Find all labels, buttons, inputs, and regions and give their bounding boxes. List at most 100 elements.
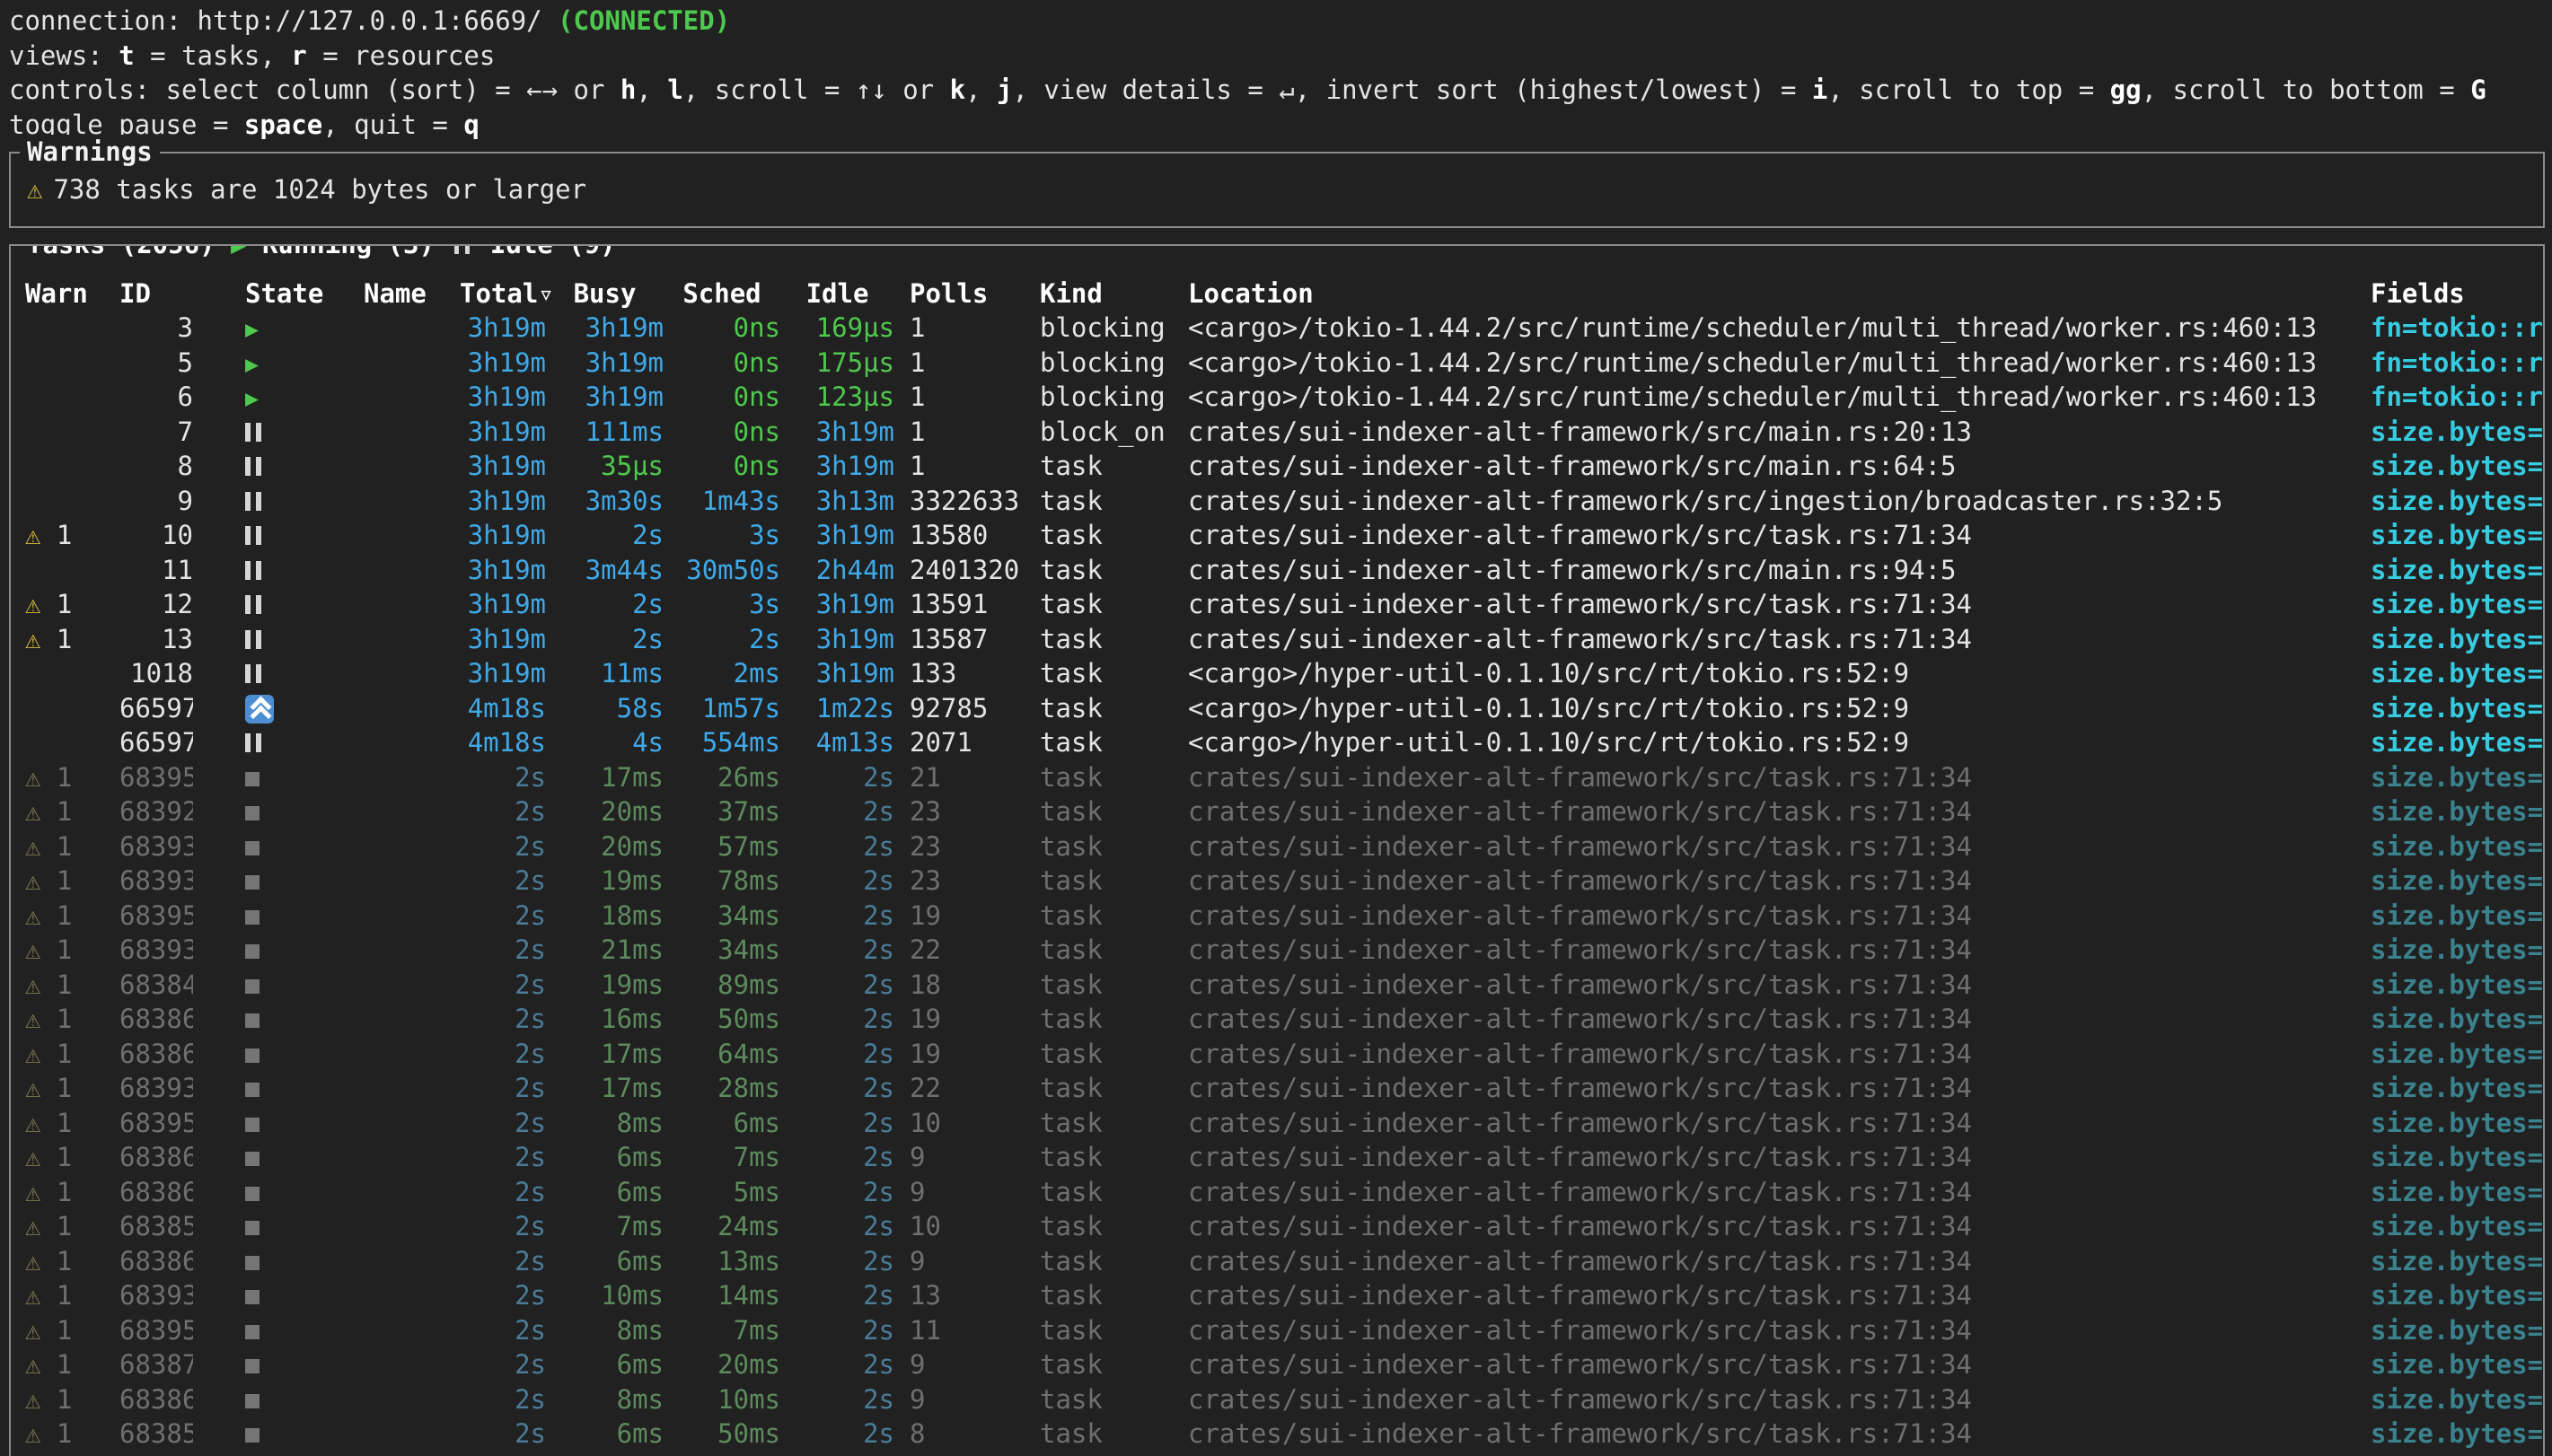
task-location: <cargo>/tokio-1.44.2/src/runtime/schedul… [1173, 311, 2355, 346]
task-row[interactable]: ⚠ 168386742s8ms10ms2s9taskcrates/sui-ind… [25, 1382, 2543, 1417]
task-kind: task [1025, 656, 1173, 691]
duration-value: 2s [515, 934, 546, 965]
task-fields-text: size.bytes= [2371, 1108, 2543, 1138]
column-header-name[interactable]: Name [364, 276, 460, 311]
task-row[interactable]: 73h19m111ms0ns3h19m1block_oncrates/sui-i… [25, 415, 2543, 450]
task-total: 3h19m [460, 518, 546, 553]
task-id: 11 [119, 553, 193, 588]
column-header-total[interactable]: Total▿ [460, 276, 546, 311]
duration-value: 7ms [734, 1315, 780, 1346]
task-row[interactable]: ⚠ 168393012s21ms34ms2s22taskcrates/sui-i… [25, 933, 2543, 968]
task-fields: size.bytes= [2355, 794, 2543, 829]
task-row[interactable]: ⚠ 168393332s20ms57ms2s23taskcrates/sui-i… [25, 829, 2543, 864]
task-row[interactable]: ⚠ 168395092s8ms7ms2s11taskcrates/sui-ind… [25, 1313, 2543, 1348]
warnings-panel-title: Warnings [20, 135, 160, 170]
warning-icon: ⚠ [25, 1418, 40, 1449]
task-state [193, 587, 364, 622]
duration-value: 89ms [717, 969, 780, 1000]
task-row[interactable]: 66597524m18s58s1m57s1m22s92785task<cargo… [25, 691, 2543, 726]
task-row[interactable]: ⚠ 168387142s6ms20ms2s9taskcrates/sui-ind… [25, 1347, 2543, 1382]
task-row[interactable]: 10183h19m11ms2ms3h19m133task<cargo>/hype… [25, 656, 2543, 691]
task-sched: 2ms [664, 656, 780, 691]
task-row[interactable]: ⚠ 1123h19m2s3s3h19m13591taskcrates/sui-i… [25, 587, 2543, 622]
task-warn [25, 449, 119, 484]
task-idle: 2s [780, 1071, 894, 1106]
column-header-sched[interactable]: Sched [664, 276, 780, 311]
task-row[interactable]: ⚠ 168386262s6ms5ms2s9taskcrates/sui-inde… [25, 1175, 2543, 1210]
task-kind: task [1025, 518, 1173, 553]
column-header-polls[interactable]: Polls [894, 276, 1025, 311]
task-row[interactable]: ⚠ 168385022s6ms50ms2s8taskcrates/sui-ind… [25, 1417, 2543, 1452]
task-state [193, 656, 364, 691]
duration-value: 3h19m [816, 451, 894, 481]
duration-value: 2s [863, 1073, 894, 1103]
text-segment: i [1812, 75, 1827, 105]
task-id: 6839526 [119, 760, 193, 795]
task-idle: 123µs [780, 380, 894, 415]
duration-value: 2s [863, 796, 894, 827]
task-kind: task [1025, 1071, 1173, 1106]
task-row[interactable]: ⚠ 168395082s18ms34ms2s19taskcrates/sui-i… [25, 899, 2543, 934]
task-busy: 8ms [546, 1106, 664, 1141]
task-row[interactable]: ⚠ 168395212s8ms6ms2s10taskcrates/sui-ind… [25, 1106, 2543, 1141]
task-row[interactable]: ⚠ 168386642s6ms13ms2s9taskcrates/sui-ind… [25, 1244, 2543, 1279]
task-state [193, 449, 364, 484]
task-polls: 10 [894, 1209, 1025, 1244]
idle-state-icon [245, 664, 261, 683]
task-idle: 2s [780, 1037, 894, 1072]
duration-value: 3h19m [468, 312, 546, 343]
task-row[interactable]: ⚠ 168395262s17ms26ms2s21taskcrates/sui-i… [25, 760, 2543, 795]
task-warn: ⚠ 1 [25, 518, 119, 553]
duration-value: 5ms [734, 1177, 780, 1207]
task-row[interactable]: ⚠ 168393292s19ms78ms2s23taskcrates/sui-i… [25, 864, 2543, 899]
text-segment: Idle (9) [474, 244, 615, 259]
task-kind: blocking [1025, 311, 1173, 346]
task-row[interactable]: 6▶3h19m3h19m0ns123µs1blocking<cargo>/tok… [25, 380, 2543, 415]
task-row[interactable]: ⚠ 168386612s16ms50ms2s19taskcrates/sui-i… [25, 1002, 2543, 1037]
task-location: crates/sui-indexer-alt-framework/src/tas… [1173, 1417, 2355, 1452]
task-row[interactable]: ⚠ 1103h19m2s3s3h19m13580taskcrates/sui-i… [25, 518, 2543, 553]
task-state [193, 1313, 364, 1348]
task-id: 6838428 [119, 968, 193, 1003]
task-row[interactable]: ⚠ 168385542s7ms24ms2s10taskcrates/sui-in… [25, 1209, 2543, 1244]
task-row[interactable]: 5▶3h19m3h19m0ns175µs1blocking<cargo>/tok… [25, 346, 2543, 381]
task-row[interactable]: 113h19m3m44s30m50s2h44m2401320taskcrates… [25, 553, 2543, 588]
task-warn: ⚠ 1 [25, 1175, 119, 1210]
warning-icon: ⚠ [25, 865, 40, 896]
task-row[interactable]: ⚠ 168392902s20ms37ms2s23taskcrates/sui-i… [25, 794, 2543, 829]
column-header-kind[interactable]: Kind [1025, 276, 1173, 311]
duration-value: 3h19m [468, 589, 546, 619]
task-row[interactable]: ⚠ 168393112s10ms14ms2s13taskcrates/sui-i… [25, 1278, 2543, 1313]
task-row[interactable]: ⚠ 1133h19m2s2s3h19m13587taskcrates/sui-i… [25, 622, 2543, 657]
column-header-id[interactable]: ID [119, 276, 193, 311]
task-state [193, 1071, 364, 1106]
task-row[interactable]: ⚠ 168384282s19ms89ms2s18taskcrates/sui-i… [25, 968, 2543, 1003]
stopped-state-icon [245, 1325, 260, 1339]
task-row[interactable]: 3▶3h19m3h19m0ns169µs1blocking<cargo>/tok… [25, 311, 2543, 346]
task-sched: 57ms [664, 829, 780, 864]
column-header-state[interactable]: State [193, 276, 364, 311]
task-row[interactable]: 83h19m35µs0ns3h19m1taskcrates/sui-indexe… [25, 449, 2543, 484]
column-header-fields[interactable]: Fields [2355, 276, 2543, 311]
task-id: 6838626 [119, 1175, 193, 1210]
task-row[interactable]: ⚠ 168386592s17ms64ms2s19taskcrates/sui-i… [25, 1037, 2543, 1072]
task-idle: 2s [780, 829, 894, 864]
column-header-busy[interactable]: Busy [546, 276, 664, 311]
task-row[interactable]: 93h19m3m30s1m43s3h13m3322633taskcrates/s… [25, 484, 2543, 519]
task-kind: task [1025, 794, 1173, 829]
task-row[interactable]: ⚠ 168386842s6ms7ms2s9taskcrates/sui-inde… [25, 1140, 2543, 1175]
task-state [193, 553, 364, 588]
task-state [193, 1382, 364, 1417]
task-kind: blocking [1025, 346, 1173, 381]
duration-value: 6ms [617, 1349, 664, 1380]
task-row[interactable]: ⚠ 168393442s17ms28ms2s22taskcrates/sui-i… [25, 1071, 2543, 1106]
task-state [193, 829, 364, 864]
column-header-warn[interactable]: Warn [25, 276, 119, 311]
task-id: 12 [119, 587, 193, 622]
column-header-idle[interactable]: Idle [780, 276, 894, 311]
task-busy: 20ms [546, 829, 664, 864]
column-header-location[interactable]: Location [1173, 276, 2355, 311]
duration-value: 2s [863, 1246, 894, 1276]
task-row[interactable]: 66597534m18s4s554ms4m13s2071task<cargo>/… [25, 725, 2543, 760]
task-id: 6839521 [119, 1106, 193, 1141]
